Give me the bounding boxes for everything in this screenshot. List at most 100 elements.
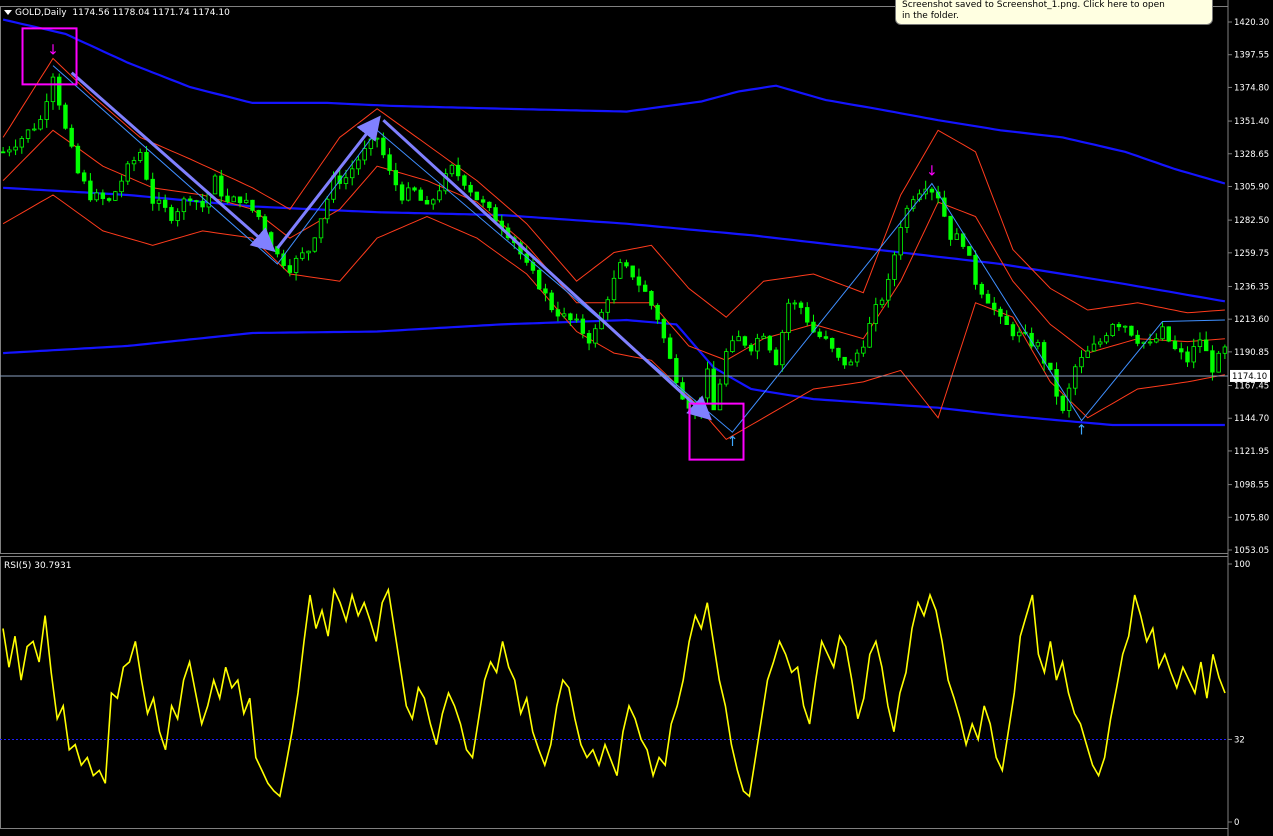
price-tick-label: 1098.55 xyxy=(1234,481,1269,491)
ohlc-values: 1174.56 1178.04 1171.74 1174.10 xyxy=(72,8,230,18)
candle-body xyxy=(748,344,754,352)
candle-body xyxy=(343,177,349,184)
rsi-panel-frame xyxy=(0,556,1229,829)
candle-body xyxy=(325,198,330,220)
candle-body xyxy=(1060,395,1066,411)
candle-body xyxy=(848,361,854,366)
candle-body xyxy=(312,237,317,252)
candle-body xyxy=(256,209,261,218)
candle-body xyxy=(929,188,935,193)
down-arrow-icon: ↓ xyxy=(47,43,59,59)
candle-body xyxy=(886,279,891,301)
candle-body xyxy=(985,293,991,304)
candle-body xyxy=(406,187,411,201)
candle-body xyxy=(1203,339,1209,352)
candle-body xyxy=(38,119,43,130)
tooltip-line-2: in the folder. xyxy=(902,11,959,21)
candle-body xyxy=(244,199,249,204)
candle-body xyxy=(736,336,741,342)
candle-body xyxy=(873,304,879,324)
candle-body xyxy=(1222,346,1228,354)
candle-body xyxy=(219,175,224,197)
candle-body xyxy=(568,313,573,321)
candle-body xyxy=(287,265,293,273)
candle-body xyxy=(973,254,978,285)
rsi-line xyxy=(2,586,1226,798)
candle-body xyxy=(829,337,835,349)
candle-body xyxy=(381,137,386,156)
price-tick-label: 1282.50 xyxy=(1234,216,1269,226)
candle-body xyxy=(586,333,592,344)
candle-body xyxy=(979,283,984,295)
candle-body xyxy=(967,246,972,256)
candle-body xyxy=(119,180,124,193)
candle-body xyxy=(169,207,174,221)
price-tick-label: 1397.55 xyxy=(1234,51,1269,61)
bollinger-short-bands xyxy=(2,57,1225,441)
up-arrow-icon: ↑ xyxy=(727,434,739,450)
candle-body xyxy=(318,218,324,239)
candle-body xyxy=(904,207,910,228)
candle-body xyxy=(1116,324,1122,328)
candle-body xyxy=(81,172,87,182)
candle-body xyxy=(1073,366,1078,389)
candle-body xyxy=(44,101,49,120)
candle-body xyxy=(1166,326,1171,342)
candle-body xyxy=(1091,343,1097,352)
bollinger-long-lower xyxy=(3,318,1225,427)
candle-body xyxy=(349,168,355,179)
trend-arrow xyxy=(382,119,712,421)
rsi-tick-label: 100 xyxy=(1234,560,1250,570)
candle-body xyxy=(231,196,236,203)
highlight-box xyxy=(688,402,745,461)
candle-body xyxy=(88,180,93,201)
price-tick-label: 1305.90 xyxy=(1234,182,1269,192)
candle-body xyxy=(624,262,629,267)
candle-body xyxy=(431,199,436,205)
price-tick-label: 1328.65 xyxy=(1234,150,1269,160)
candle-body xyxy=(705,368,710,399)
bollinger-long-bands xyxy=(2,18,1226,427)
candle-body xyxy=(449,164,455,175)
price-tick-label: 1213.60 xyxy=(1234,315,1269,325)
candle-body xyxy=(7,149,12,153)
candle-body xyxy=(630,265,635,278)
screenshot-saved-tooltip[interactable]: Screenshot saved to Screenshot_1.png. Cl… xyxy=(895,0,1213,25)
price-chart-canvas[interactable]: ↓ ↓ ↑ ↑ 1174.10 1420.30 1397.55 1374.80 1351.40 1… xyxy=(0,0,1273,836)
candle-body xyxy=(268,232,274,247)
rsi-header: RSI(5) 30.7931 xyxy=(4,561,71,571)
candle-body xyxy=(306,250,311,254)
candle-body xyxy=(792,302,797,305)
candle-body xyxy=(655,304,660,320)
rsi-label: RSI(5) 30.7931 xyxy=(4,561,72,571)
down-arrow-icon: ↓ xyxy=(926,163,938,179)
candle-body xyxy=(992,302,997,310)
candle-body xyxy=(1098,341,1103,345)
bollinger-short-middle xyxy=(2,129,1225,361)
candle-body xyxy=(842,356,847,366)
candle-body xyxy=(13,146,18,151)
candle-body xyxy=(374,137,380,140)
candle-body xyxy=(767,335,773,351)
candle-body xyxy=(555,309,561,317)
bollinger-short-lower xyxy=(2,194,1225,441)
candle-body xyxy=(293,257,299,273)
candle-body xyxy=(468,184,473,193)
candle-body xyxy=(1172,340,1178,350)
candle-body xyxy=(462,175,467,186)
candle-body xyxy=(549,292,554,311)
candle-body xyxy=(424,199,430,205)
candle-body xyxy=(1154,338,1159,343)
candle-body xyxy=(63,104,68,129)
candle-body xyxy=(742,336,748,346)
candle-body xyxy=(861,346,866,354)
candle-body xyxy=(954,233,960,240)
candle-body xyxy=(642,284,648,292)
candle-body xyxy=(948,215,953,240)
candle-body xyxy=(493,207,498,222)
candle-body xyxy=(1110,324,1115,336)
candle-body xyxy=(898,227,903,256)
candle-body xyxy=(817,331,822,338)
collapse-triangle-icon[interactable] xyxy=(4,10,12,15)
symbol-header: GOLD,Daily 1174.56 1178.04 1171.74 1174.… xyxy=(4,8,230,18)
